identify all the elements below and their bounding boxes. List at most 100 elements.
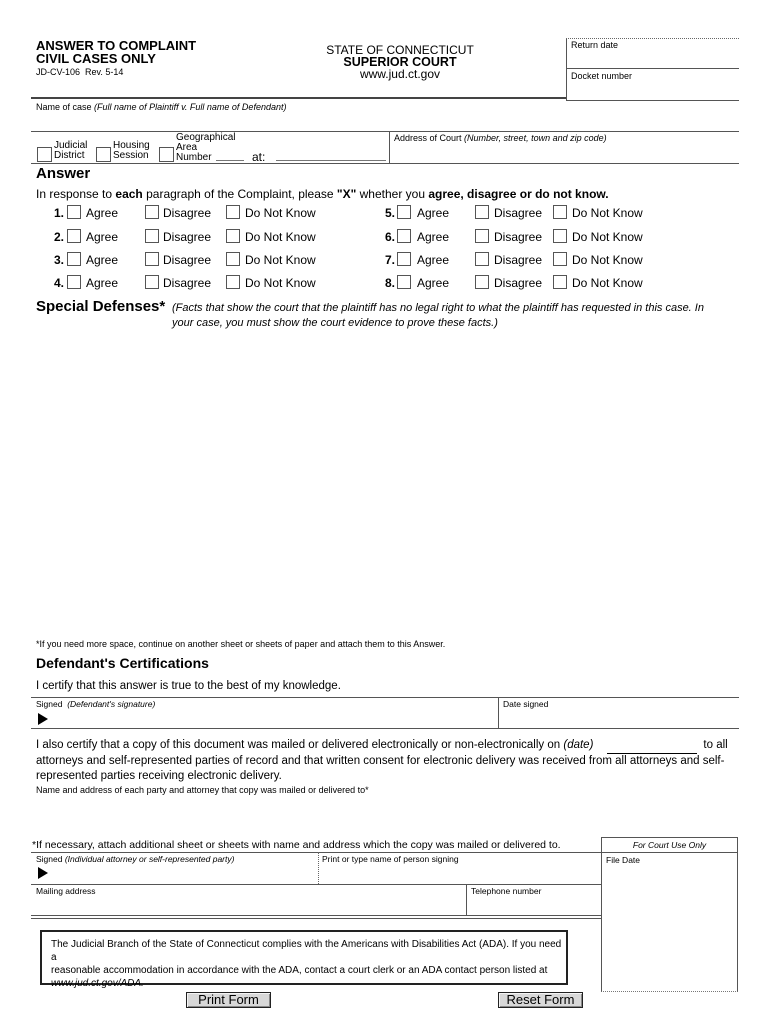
case-name-hint: (Full name of Plaintiff v. Full name of … <box>94 102 287 112</box>
location-divider <box>31 163 739 164</box>
mailing-address-field[interactable] <box>34 896 464 914</box>
paragraph-2-do-not-know-checkbox[interactable] <box>226 229 240 243</box>
disagree-label: Disagree <box>163 276 212 290</box>
name-address-textarea[interactable] <box>34 797 738 839</box>
form-id: JD-CV-106 Rev. 5-14 <box>36 67 123 77</box>
do-not-know-label: Do Not Know <box>572 206 643 220</box>
signed-label-text: Signed <box>36 699 63 709</box>
copy-line1-end: to all <box>703 739 728 751</box>
paragraph-7-do-not-know-checkbox[interactable] <box>553 252 567 266</box>
paragraph-4-disagree-checkbox[interactable] <box>145 275 159 289</box>
answer-heading: Answer <box>36 165 91 182</box>
special-defenses-hint-line1: (Facts that show the court that the plai… <box>172 302 704 314</box>
paragraph-5-disagree-checkbox[interactable] <box>475 205 489 219</box>
paragraph-6-do-not-know-checkbox[interactable] <box>553 229 567 243</box>
mailing-address-label: Mailing address <box>36 886 96 896</box>
signed2-label-text: Signed <box>36 854 63 864</box>
address-divider <box>389 131 390 163</box>
attorney-signature-field[interactable] <box>52 864 312 882</box>
ada-line1: The Judicial Branch of the State of Conn… <box>51 939 562 963</box>
disagree-label: Disagree <box>494 253 543 267</box>
paragraph-8-agree-checkbox[interactable] <box>397 275 411 289</box>
date-signed-field[interactable] <box>501 709 737 727</box>
case-name-label-text: Name of case <box>36 102 92 112</box>
paragraph-3-disagree-checkbox[interactable] <box>145 252 159 266</box>
form-number: JD-CV-106 <box>36 67 81 77</box>
ga-number-field[interactable] <box>216 150 244 161</box>
copy-line1-text: I also certify that a copy of this docum… <box>36 739 561 751</box>
mailing-bottom-line-1 <box>31 915 601 916</box>
name-address-label: Name and address of each party and attor… <box>36 785 369 795</box>
special-defenses-textarea[interactable] <box>34 336 742 635</box>
paragraph-2-agree-checkbox[interactable] <box>67 229 81 243</box>
telephone-field[interactable] <box>468 896 598 914</box>
paragraph-1-agree-checkbox[interactable] <box>67 205 81 219</box>
paragraph-7-disagree-checkbox[interactable] <box>475 252 489 266</box>
do-not-know-label: Do Not Know <box>572 276 643 290</box>
date-signed-label: Date signed <box>503 699 549 709</box>
copy-date-field[interactable] <box>607 738 698 754</box>
return-date-field[interactable] <box>568 46 738 66</box>
disagree-label: Disagree <box>163 230 212 244</box>
defendant-signed-label: Signed (Defendant's signature) <box>36 699 155 709</box>
copy-date-hint: (date) <box>563 739 594 751</box>
court-website: www.jud.ct.gov <box>359 67 441 81</box>
case-name-field[interactable] <box>34 112 734 130</box>
paragraph-1-disagree-checkbox[interactable] <box>145 205 159 219</box>
mailing-bottom-line-2 <box>31 918 601 919</box>
copy-line-1: I also certify that a copy of this docum… <box>36 738 756 754</box>
paragraph-3-agree-checkbox[interactable] <box>67 252 81 266</box>
housing-session-checkbox[interactable] <box>96 147 111 162</box>
paragraph-6-disagree-checkbox[interactable] <box>475 229 489 243</box>
do-not-know-label: Do Not Know <box>572 253 643 267</box>
answer-instruction: In response to each paragraph of the Com… <box>36 187 609 201</box>
print-name-divider <box>318 852 319 884</box>
paragraph-3-do-not-know-checkbox[interactable] <box>226 252 240 266</box>
ada-notice: The Judicial Branch of the State of Conn… <box>40 930 568 989</box>
paragraph-number: 4. <box>54 276 65 290</box>
paragraph-number: 3. <box>54 253 65 267</box>
paragraph-7-agree-checkbox[interactable] <box>397 252 411 266</box>
paragraph-4-do-not-know-checkbox[interactable] <box>226 275 240 289</box>
signed2-hint: (Individual attorney or self-represented… <box>64 854 235 864</box>
signed2-top-line <box>31 852 601 853</box>
instruction-text-2: paragraph of the Complaint, please <box>142 187 334 201</box>
copy-line-3: represented parties receiving electronic… <box>36 770 282 782</box>
print-name-field[interactable] <box>320 864 598 882</box>
paragraph-2-disagree-checkbox[interactable] <box>145 229 159 243</box>
docket-number-field[interactable] <box>568 80 738 100</box>
disagree-label: Disagree <box>163 206 212 220</box>
paragraph-5-do-not-know-checkbox[interactable] <box>553 205 567 219</box>
paragraph-4-agree-checkbox[interactable] <box>67 275 81 289</box>
court-location-field[interactable] <box>276 148 386 161</box>
paragraph-1-do-not-know-checkbox[interactable] <box>226 205 240 219</box>
paragraph-5-agree-checkbox[interactable] <box>397 205 411 219</box>
court-address-field[interactable] <box>392 143 737 161</box>
paragraph-6-agree-checkbox[interactable] <box>397 229 411 243</box>
docket-box-mid <box>566 68 739 69</box>
signature-arrow-icon <box>38 713 48 725</box>
judicial-district-checkbox[interactable] <box>37 147 52 162</box>
print-form-button[interactable]: Print Form <box>186 992 271 1008</box>
defendant-signature-field[interactable] <box>52 710 492 726</box>
instruction-bold-2: "X" <box>336 187 357 201</box>
geographical-area-checkbox[interactable] <box>159 147 174 162</box>
case-name-divider <box>31 131 739 132</box>
agree-label: Agree <box>417 206 450 220</box>
paragraph-8-do-not-know-checkbox[interactable] <box>553 275 567 289</box>
at-label: at: <box>252 150 266 164</box>
court-use-heading: For Court Use Only <box>602 838 737 853</box>
form-title: ANSWER TO COMPLAINT CIVIL CASES ONLY <box>36 39 196 65</box>
paragraph-number: 1. <box>54 206 65 220</box>
judicial-district-label: Judicial District <box>54 141 87 161</box>
court-use-box: For Court Use Only File Date <box>601 837 738 992</box>
judicial-district-line2: District <box>54 150 85 161</box>
copy-certification: I also certify that a copy of this docum… <box>36 738 756 784</box>
ada-line2: reasonable accommodation in accordance w… <box>51 965 548 976</box>
attach-note: *If necessary, attach additional sheet o… <box>32 839 561 851</box>
disagree-label: Disagree <box>494 206 543 220</box>
paragraph-8-disagree-checkbox[interactable] <box>475 275 489 289</box>
reset-form-button[interactable]: Reset Form <box>498 992 583 1008</box>
special-defenses-footnote: *If you need more space, continue on ano… <box>36 639 446 649</box>
ada-link[interactable]: www.jud.ct.gov/ADA. <box>51 977 566 990</box>
